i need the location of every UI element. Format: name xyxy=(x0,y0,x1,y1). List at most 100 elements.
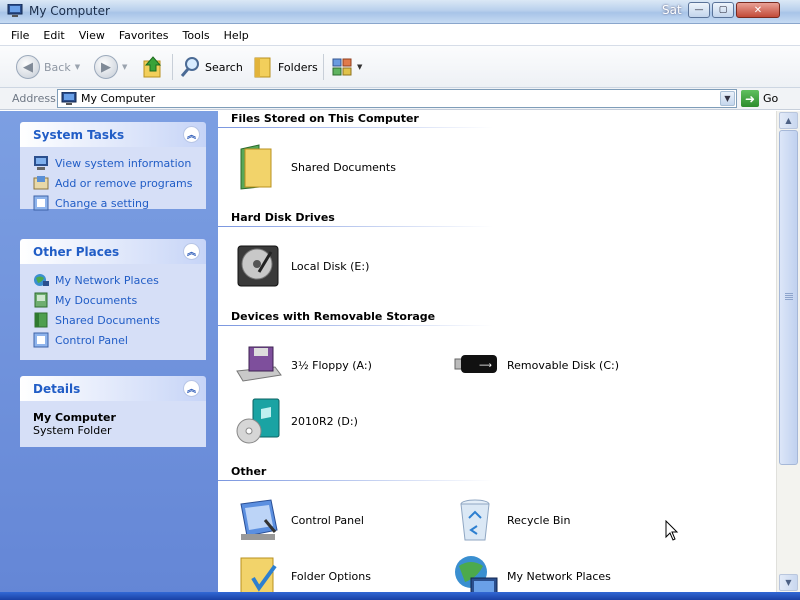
place-my-network-places[interactable]: My Network Places xyxy=(33,270,206,290)
item-recycle-bin[interactable]: Recycle Bin xyxy=(451,496,570,544)
menu-edit[interactable]: Edit xyxy=(43,29,64,42)
system-info-icon xyxy=(34,156,48,170)
window-title: My Computer xyxy=(29,4,110,18)
group-divider xyxy=(218,226,493,227)
forward-dropdown-icon[interactable]: ▼ xyxy=(122,63,127,71)
details-header[interactable]: Details ︽ xyxy=(20,376,206,401)
minimize-button[interactable]: — xyxy=(688,2,710,18)
folders-label: Folders xyxy=(278,60,318,74)
up-folder-icon xyxy=(143,56,162,78)
system-tasks-title: System Tasks xyxy=(33,127,125,142)
grip-icon xyxy=(785,293,793,301)
menu-bar: File Edit View Favorites Tools Help xyxy=(0,25,800,46)
task-change-setting[interactable]: Change a setting xyxy=(33,193,206,213)
item-label: Control Panel xyxy=(291,513,364,527)
go-label: Go xyxy=(763,92,779,105)
menu-view[interactable]: View xyxy=(79,29,105,42)
shared-documents-icon xyxy=(34,312,48,328)
back-label: Back xyxy=(44,60,71,74)
folders-button[interactable]: Folders xyxy=(252,53,318,81)
scroll-thumb[interactable] xyxy=(779,130,798,465)
group-divider xyxy=(218,127,493,128)
recycle-bin-icon xyxy=(460,499,490,541)
item-label: 2010R2 (D:) xyxy=(291,414,358,428)
address-label: Address xyxy=(12,92,56,105)
address-bar: Address My Computer ▼ ➜ Go xyxy=(0,88,800,110)
dvd-drive-icon xyxy=(236,398,280,444)
mouse-cursor-icon xyxy=(665,520,679,541)
search-button[interactable]: Search xyxy=(179,53,243,81)
task-add-remove-programs[interactable]: Add or remove programs xyxy=(33,173,206,193)
menu-help[interactable]: Help xyxy=(224,29,249,42)
content-area: Files Stored on This Computer Shared Doc… xyxy=(218,111,776,600)
collapse-chevron-icon[interactable]: ︽ xyxy=(183,243,200,260)
task-pane: System Tasks ︽ View system information A… xyxy=(0,111,218,600)
collapse-chevron-icon[interactable]: ︽ xyxy=(183,126,200,143)
details-title: Details xyxy=(33,381,81,396)
back-button[interactable]: ◀ Back ▼ xyxy=(16,53,80,81)
place-control-panel[interactable]: Control Panel xyxy=(33,330,206,350)
item-2010r2-d[interactable]: 2010R2 (D:) xyxy=(235,397,358,445)
menu-tools[interactable]: Tools xyxy=(183,29,210,42)
address-input[interactable]: My Computer ▼ xyxy=(57,89,737,108)
item-label: Removable Disk (C:) xyxy=(507,358,620,372)
go-button[interactable]: ➜ Go xyxy=(741,90,778,107)
group-title: Hard Disk Drives xyxy=(231,211,335,224)
group-title: Other xyxy=(231,465,267,478)
scroll-down-icon[interactable]: ▼ xyxy=(779,574,798,591)
place-shared-documents[interactable]: Shared Documents xyxy=(33,310,206,330)
menu-file[interactable]: File xyxy=(11,29,29,42)
group-divider xyxy=(218,325,493,326)
group-title: Files Stored on This Computer xyxy=(231,112,419,125)
go-arrow-icon: ➜ xyxy=(741,90,759,107)
close-button[interactable]: ✕ xyxy=(736,2,780,18)
forward-button[interactable]: ▶ ▼ xyxy=(94,53,127,81)
system-tasks-panel: System Tasks ︽ View system information A… xyxy=(20,122,206,211)
scroll-up-icon[interactable]: ▲ xyxy=(779,112,798,129)
place-label: My Network Places xyxy=(55,273,159,287)
title-bar[interactable]: My Computer Sat — ▢ ✕ xyxy=(0,0,800,24)
toolbar: ◀ Back ▼ ▶ ▼ Search Folders ▼ xyxy=(0,46,800,88)
details-name: My Computer xyxy=(33,411,116,424)
item-shared-documents[interactable]: Shared Documents xyxy=(235,143,396,191)
address-value: My Computer xyxy=(81,92,156,105)
menu-favorites[interactable]: Favorites xyxy=(119,29,169,42)
control-panel-icon xyxy=(33,195,49,211)
shared-documents-folder-icon xyxy=(240,144,272,190)
usb-drive-icon: ⟶ xyxy=(454,355,497,373)
place-my-documents[interactable]: My Documents xyxy=(33,290,206,310)
folders-icon xyxy=(254,57,271,78)
item-control-panel[interactable]: Control Panel xyxy=(235,496,364,544)
item-removable-disk-c[interactable]: ⟶ Removable Disk (C:) xyxy=(451,341,619,389)
system-tasks-header[interactable]: System Tasks ︽ xyxy=(20,122,206,147)
group-divider xyxy=(218,480,493,481)
other-places-title: Other Places xyxy=(33,244,120,259)
vertical-scrollbar[interactable]: ▲ ▼ xyxy=(776,111,800,592)
taskbar[interactable] xyxy=(0,592,800,600)
item-local-disk-e[interactable]: Local Disk (E:) xyxy=(235,242,369,290)
address-dropdown-icon[interactable]: ▼ xyxy=(720,91,735,106)
task-label: Add or remove programs xyxy=(55,176,193,190)
views-icon xyxy=(332,58,352,76)
floppy-drive-icon xyxy=(236,346,282,382)
item-label: Local Disk (E:) xyxy=(291,259,370,273)
collapse-chevron-icon[interactable]: ︽ xyxy=(183,380,200,397)
other-places-header[interactable]: Other Places ︽ xyxy=(20,239,206,264)
hard-disk-icon xyxy=(237,245,279,287)
views-button[interactable]: ▼ xyxy=(331,53,362,81)
back-dropdown-icon[interactable]: ▼ xyxy=(75,63,80,71)
group-title: Devices with Removable Storage xyxy=(231,310,436,323)
views-dropdown-icon[interactable]: ▼ xyxy=(357,63,362,71)
back-arrow-icon: ◀ xyxy=(16,55,40,79)
maximize-button[interactable]: ▢ xyxy=(712,2,734,18)
place-label: Control Panel xyxy=(55,333,128,347)
item-label: Folder Options xyxy=(291,569,371,583)
task-view-system-information[interactable]: View system information xyxy=(33,153,206,173)
clock-text: Sat xyxy=(662,3,682,17)
item-floppy-a[interactable]: 3½ Floppy (A:) xyxy=(235,341,372,389)
search-icon xyxy=(180,57,199,77)
up-folder-button[interactable] xyxy=(142,53,164,81)
toolbar-separator xyxy=(172,54,173,80)
svg-text:⟶: ⟶ xyxy=(479,361,492,371)
task-label: View system information xyxy=(55,156,192,170)
